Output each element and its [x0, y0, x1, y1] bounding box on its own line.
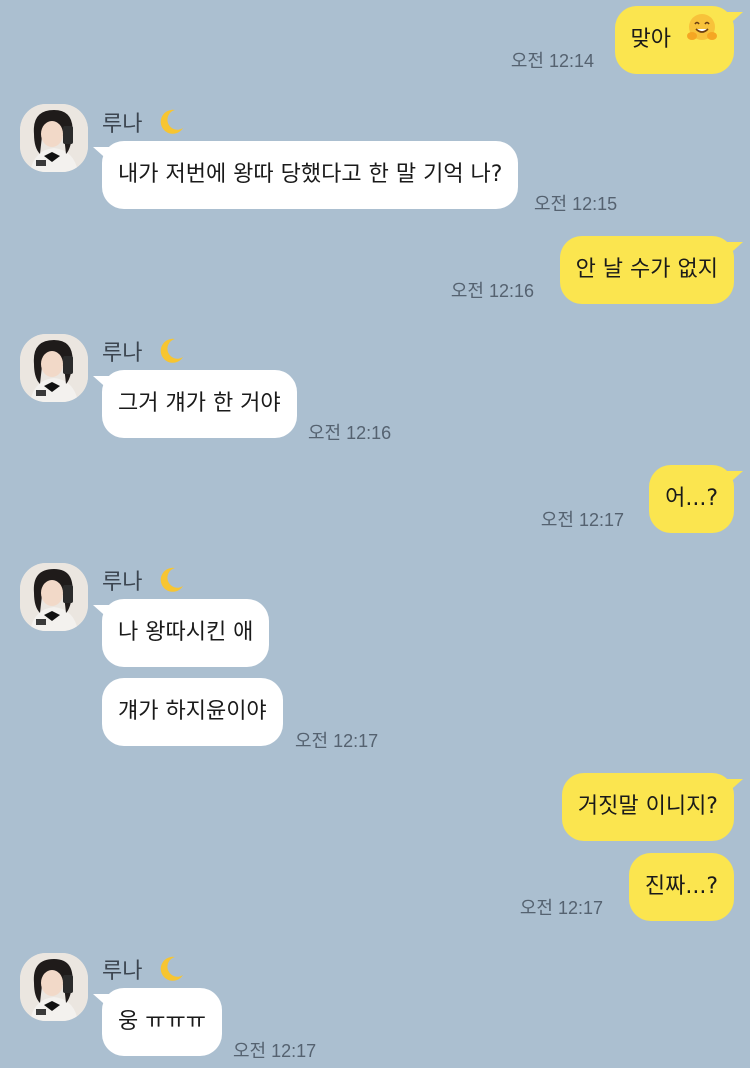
sender-name: 루나	[102, 953, 185, 990]
my-message-bubble[interactable]: 진짜...?	[628, 853, 734, 921]
my-message-bubble[interactable]: 어...?	[649, 465, 743, 533]
message-text: 나 왕따시킨 애	[118, 620, 254, 645]
message-text: 진짜...?	[644, 874, 718, 899]
timestamp: 오전 12:16	[308, 423, 392, 443]
timestamp: 오전 12:17	[540, 510, 624, 530]
timestamp: 오전 12:17	[295, 731, 379, 751]
crescent-moon-icon	[155, 565, 185, 601]
message-text: 거짓말 이니지?	[577, 794, 718, 819]
their-message-bubble[interactable]: 웅 ㅠㅠㅠ	[93, 988, 222, 1056]
message-text: 안 날 수가 없지	[575, 257, 718, 282]
my-message-bubble[interactable]: 안 날 수가 없지	[559, 236, 744, 304]
hugging-face-icon	[686, 4, 718, 72]
message-text: 내가 저번에 왕따 당했다고 한 말 기억 나?	[118, 162, 503, 187]
sender-name: 루나	[102, 564, 185, 601]
my-message-bubble[interactable]: 거짓말 이니지?	[561, 773, 744, 841]
message-text: 어...?	[665, 486, 718, 511]
avatar[interactable]	[20, 563, 88, 631]
their-message-bubble[interactable]: 내가 저번에 왕따 당했다고 한 말 기억 나?	[92, 141, 519, 209]
my-message-bubble[interactable]: 맞아	[614, 4, 744, 74]
timestamp: 오전 12:15	[534, 194, 618, 214]
crescent-moon-icon	[155, 954, 185, 990]
sender-name: 루나	[102, 106, 185, 143]
sender-name: 루나	[102, 335, 185, 372]
their-message-bubble[interactable]: 나 왕따시킨 애	[92, 599, 270, 667]
avatar[interactable]	[20, 953, 88, 1021]
their-message-bubble[interactable]: 그거 걔가 한 거야	[93, 370, 297, 438]
timestamp: 오전 12:17	[233, 1041, 317, 1061]
timestamp: 오전 12:14	[510, 51, 594, 71]
message-text: 그거 걔가 한 거야	[118, 391, 281, 416]
crescent-moon-icon	[155, 107, 185, 143]
crescent-moon-icon	[155, 336, 185, 372]
message-text: 걔가 하지윤이야	[118, 699, 267, 724]
timestamp: 오전 12:16	[450, 281, 534, 301]
their-message-bubble[interactable]: 걔가 하지윤이야	[102, 678, 283, 746]
message-text: 맞아	[630, 27, 671, 52]
avatar[interactable]	[20, 334, 88, 402]
avatar[interactable]	[20, 104, 88, 172]
timestamp: 오전 12:17	[519, 898, 603, 918]
message-text: 웅 ㅠㅠㅠ	[118, 1009, 206, 1034]
